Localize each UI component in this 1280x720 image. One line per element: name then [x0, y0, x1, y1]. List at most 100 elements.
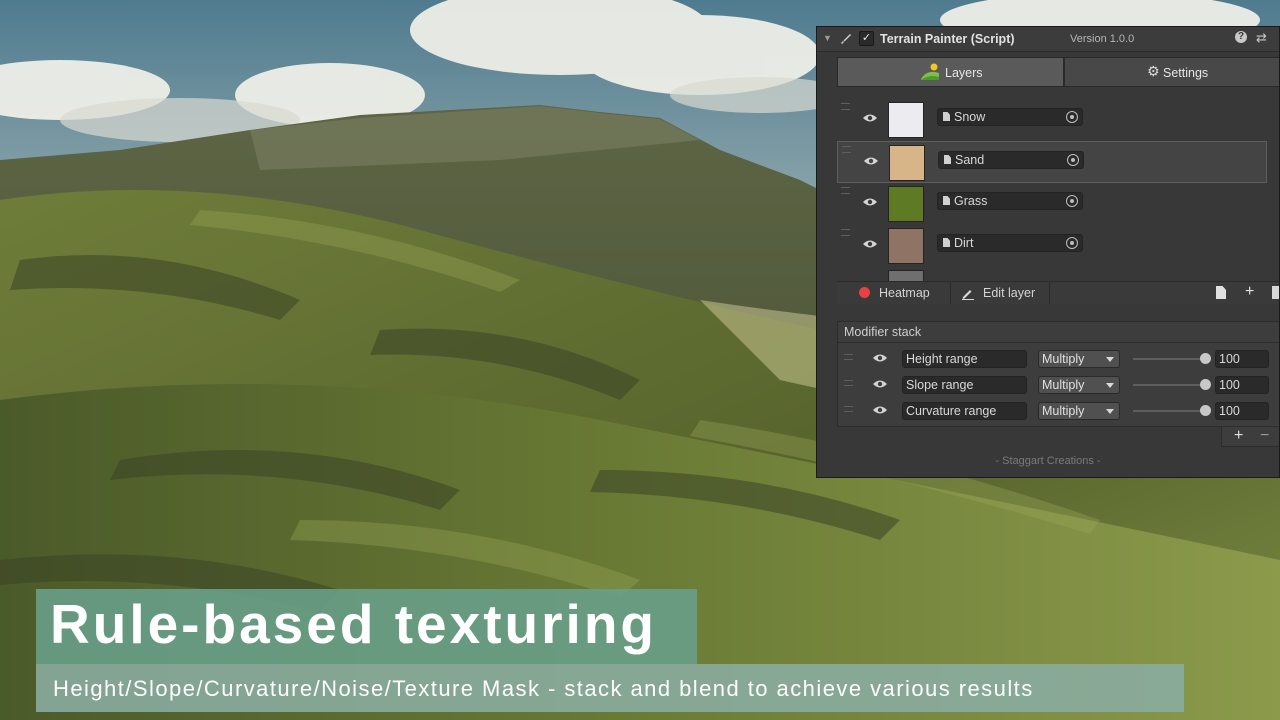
- eye-icon[interactable]: [872, 379, 888, 389]
- modifier-row[interactable]: Height range Multiply 100: [838, 348, 1279, 370]
- file-icon: [943, 112, 950, 121]
- modifier-row[interactable]: Slope range Multiply 100: [838, 374, 1279, 396]
- caption-subtitle-banner: Height/Slope/Curvature/Noise/Texture Mas…: [36, 664, 1184, 712]
- modifier-row[interactable]: Curvature range Multiply 100: [838, 400, 1279, 422]
- layer-texture-thumbnail[interactable]: [888, 228, 924, 264]
- tab-settings-label: Settings: [1163, 66, 1209, 80]
- pencil-icon: [962, 290, 974, 300]
- layer-name-field[interactable]: Sand: [938, 151, 1084, 169]
- layer-row[interactable]: Snow: [837, 99, 1267, 141]
- delete-layer-icon[interactable]: [1272, 286, 1279, 299]
- eye-icon[interactable]: [862, 239, 878, 249]
- opacity-value-field[interactable]: 100: [1215, 402, 1269, 420]
- blend-mode-dropdown[interactable]: Multiply: [1038, 350, 1120, 368]
- modifier-name-field[interactable]: Height range: [902, 350, 1027, 368]
- modifier-name-field[interactable]: Curvature range: [902, 402, 1027, 420]
- chevron-down-icon: [1106, 357, 1114, 362]
- preset-settings-icon[interactable]: ⇄: [1256, 30, 1267, 46]
- help-icon[interactable]: ?: [1235, 31, 1247, 43]
- layer-row[interactable]: Dirt: [837, 225, 1267, 267]
- opacity-slider-thumb[interactable]: [1200, 353, 1211, 364]
- component-header[interactable]: ▼ ✓ Terrain Painter (Script) Version 1.0…: [817, 27, 1279, 52]
- layer-name-field[interactable]: Dirt: [937, 234, 1083, 252]
- layer-name: Grass: [954, 194, 988, 208]
- drag-handle-icon[interactable]: [841, 187, 850, 194]
- version-label: Version 1.0.0: [1070, 33, 1135, 45]
- drag-handle-icon[interactable]: [844, 380, 853, 386]
- brush-icon: [841, 34, 851, 44]
- blend-mode-value: Multiply: [1042, 352, 1085, 366]
- opacity-slider-thumb[interactable]: [1200, 405, 1211, 416]
- modifier-stack-title: Modifier stack: [844, 325, 922, 339]
- tab-layers[interactable]: Layers: [837, 57, 1064, 87]
- layer-name: Sand: [955, 153, 985, 167]
- gear-icon: ⚙: [1147, 63, 1160, 79]
- toolbar-divider: [1049, 282, 1050, 304]
- eye-icon[interactable]: [863, 156, 879, 166]
- layer-toolbar: Heatmap Edit layer +: [837, 281, 1279, 304]
- opacity-slider-track[interactable]: [1133, 410, 1205, 412]
- modifier-name-field[interactable]: Slope range: [902, 376, 1027, 394]
- modifier-controls: + −: [1221, 427, 1279, 447]
- tab-settings[interactable]: ⚙ Settings: [1064, 57, 1279, 87]
- opacity-value-field[interactable]: 100: [1215, 350, 1269, 368]
- layer-row-partial[interactable]: [837, 267, 1267, 282]
- drag-handle-icon[interactable]: [842, 146, 851, 153]
- new-layer-icon[interactable]: [1216, 286, 1226, 299]
- caption-subtitle: Height/Slope/Curvature/Noise/Texture Mas…: [53, 676, 1034, 701]
- modifier-stack: Modifier stack Height range Multiply 100…: [837, 321, 1279, 427]
- object-picker-icon[interactable]: [1067, 154, 1079, 166]
- opacity-slider-thumb[interactable]: [1200, 379, 1211, 390]
- drag-handle-icon[interactable]: [841, 229, 850, 236]
- blend-mode-value: Multiply: [1042, 404, 1085, 418]
- drag-handle-icon[interactable]: [844, 406, 853, 412]
- opacity-slider-track[interactable]: [1133, 384, 1205, 386]
- eye-icon[interactable]: [862, 113, 878, 123]
- collapse-arrow-icon[interactable]: ▼: [823, 33, 832, 43]
- toolbar-divider: [950, 282, 951, 304]
- chevron-down-icon: [1106, 383, 1114, 388]
- layer-row[interactable]: Sand: [837, 141, 1267, 183]
- heatmap-button[interactable]: Heatmap: [879, 286, 930, 300]
- component-title: Terrain Painter (Script): [880, 32, 1015, 46]
- object-picker-icon[interactable]: [1066, 237, 1078, 249]
- caption-title-banner: Rule-based texturing: [36, 589, 697, 664]
- layer-texture-thumbnail[interactable]: [889, 145, 925, 181]
- layer-texture-thumbnail[interactable]: [888, 102, 924, 138]
- blend-mode-dropdown[interactable]: Multiply: [1038, 376, 1120, 394]
- layer-list: Snow Sand Grass Dirt: [837, 99, 1279, 282]
- add-modifier-icon[interactable]: +: [1234, 427, 1243, 445]
- caption-title: Rule-based texturing: [50, 593, 658, 655]
- blend-mode-dropdown[interactable]: Multiply: [1038, 402, 1120, 420]
- object-picker-icon[interactable]: [1066, 195, 1078, 207]
- edit-layer-button[interactable]: Edit layer: [983, 286, 1035, 300]
- tab-layers-label: Layers: [945, 66, 983, 80]
- drag-handle-icon[interactable]: [841, 103, 850, 110]
- enabled-checkbox[interactable]: ✓: [859, 31, 874, 46]
- drag-handle-icon[interactable]: [844, 354, 853, 360]
- object-picker-icon[interactable]: [1066, 111, 1078, 123]
- remove-modifier-icon[interactable]: −: [1260, 427, 1269, 445]
- file-icon: [943, 196, 950, 205]
- opacity-value-field[interactable]: 100: [1215, 376, 1269, 394]
- layer-texture-thumbnail[interactable]: [888, 186, 924, 222]
- record-dot-icon: [859, 287, 870, 298]
- opacity-slider-track[interactable]: [1133, 358, 1205, 360]
- layer-name: Dirt: [954, 236, 974, 250]
- eye-icon[interactable]: [862, 197, 878, 207]
- chevron-down-icon: [1106, 409, 1114, 414]
- layer-row[interactable]: Grass: [837, 183, 1267, 225]
- eye-icon[interactable]: [872, 353, 888, 363]
- terrain-painter-panel: ▼ ✓ Terrain Painter (Script) Version 1.0…: [816, 26, 1280, 478]
- add-layer-icon[interactable]: +: [1245, 283, 1254, 301]
- layer-name: Snow: [954, 110, 986, 124]
- divider: [838, 342, 1279, 343]
- layer-name-field[interactable]: Grass: [937, 192, 1083, 210]
- eye-icon[interactable]: [872, 405, 888, 415]
- file-icon: [943, 238, 950, 247]
- layer-name-field[interactable]: Snow: [937, 108, 1083, 126]
- tab-bar: Layers ⚙ Settings: [837, 57, 1279, 87]
- blend-mode-value: Multiply: [1042, 378, 1085, 392]
- terrain-icon: [921, 63, 939, 80]
- credit-footer: - Staggart Creations -: [995, 455, 1101, 467]
